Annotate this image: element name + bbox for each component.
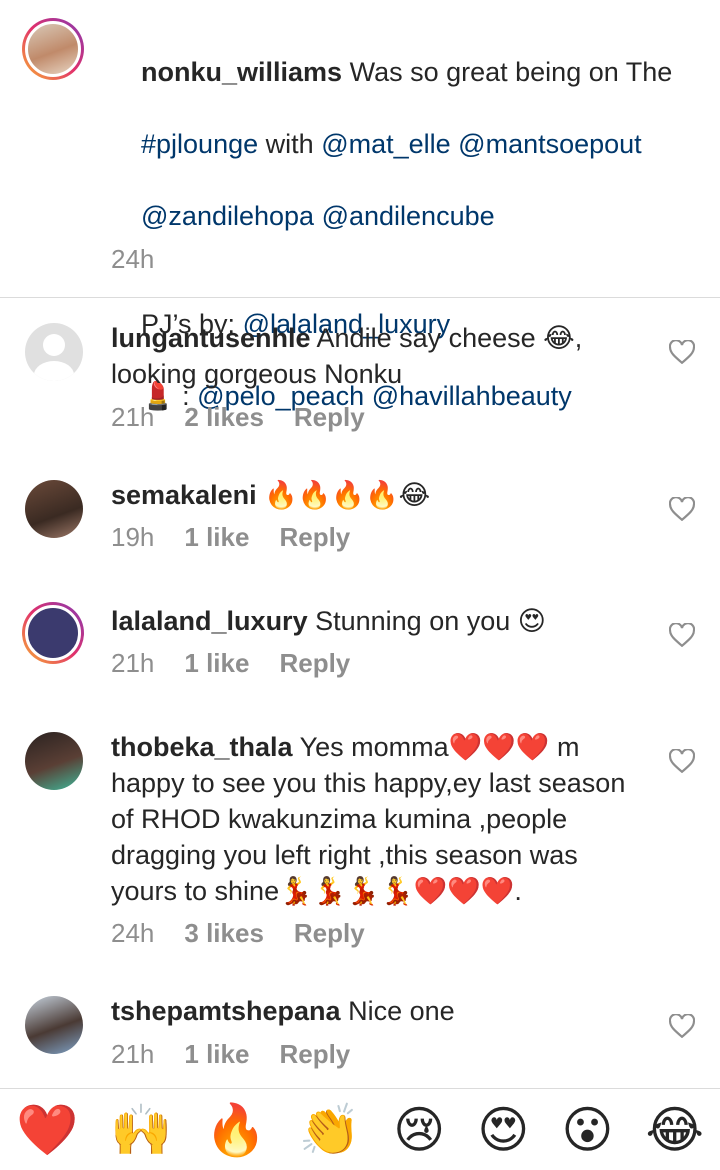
caption-avatar[interactable] (22, 18, 84, 80)
comment-text: lalaland_luxury Stunning on you 😍 (111, 603, 631, 639)
heart-eyes-reaction-icon[interactable]: 😍 (477, 1100, 529, 1160)
comment-text: tshepamtshepana Nice one (111, 993, 631, 1029)
avatar[interactable] (25, 732, 83, 790)
comment-username[interactable]: semakaleni (111, 480, 257, 510)
quick-reaction-bar: ❤️ 🙌 🔥 👏 😢 😍 😮 😂 (0, 1088, 720, 1170)
comment-meta: 21h 2 likes Reply (111, 402, 365, 433)
tears-of-joy-reaction-icon[interactable]: 😂 (646, 1100, 704, 1160)
comment-time: 24h (111, 918, 155, 948)
heart-outline-icon[interactable] (669, 1014, 695, 1038)
reply-button[interactable]: Reply (294, 402, 365, 433)
red-heart-reaction-icon[interactable]: ❤️ (16, 1100, 78, 1160)
default-avatar-icon (34, 334, 74, 381)
crying-face-reaction-icon[interactable]: 😢 (393, 1100, 445, 1160)
caption-time: 24h (111, 244, 155, 274)
comment-time: 21h (111, 648, 155, 678)
likes-count[interactable]: 1 like (184, 648, 249, 679)
mention-mantsoepout[interactable]: @mantsoepout (458, 129, 642, 159)
likes-count[interactable]: 1 like (184, 522, 249, 553)
mention-andilencube[interactable]: @andilencube (322, 201, 495, 231)
mention-mat-elle[interactable]: @mat_elle (321, 129, 450, 159)
avatar[interactable] (25, 323, 83, 381)
caption: nonku_williams Was so great being on The… (0, 0, 720, 411)
caption-username[interactable]: nonku_williams (141, 57, 342, 87)
mention-zandilehopa[interactable]: @zandilehopa (141, 201, 314, 231)
avatar[interactable] (25, 996, 83, 1054)
likes-count[interactable]: 2 likes (184, 402, 264, 433)
comment-meta: 19h 1 like Reply (111, 522, 350, 553)
heart-outline-icon[interactable] (669, 623, 695, 647)
reply-button[interactable]: Reply (279, 1039, 350, 1070)
heart-outline-icon[interactable] (669, 497, 695, 521)
surprised-face-reaction-icon[interactable]: 😮 (561, 1100, 613, 1160)
comment-meta: 21h 1 like Reply (111, 1039, 350, 1070)
comment-username[interactable]: tshepamtshepana (111, 996, 341, 1026)
caption-meta: 24h (111, 244, 154, 275)
comment-time: 21h (111, 1039, 155, 1069)
comment-meta: 24h 3 likes Reply (111, 918, 365, 949)
comment-body: Stunning on you 😍 (315, 606, 546, 636)
divider (0, 297, 720, 298)
comment-username[interactable]: lungantusenhle (111, 323, 311, 353)
comment-username[interactable]: thobeka_thala (111, 732, 293, 762)
raising-hands-reaction-icon[interactable]: 🙌 (110, 1100, 172, 1160)
comment-body: Nice one (348, 996, 455, 1026)
reply-button[interactable]: Reply (279, 522, 350, 553)
likes-count[interactable]: 1 like (184, 1039, 249, 1070)
reply-button[interactable]: Reply (294, 918, 365, 949)
avatar[interactable] (22, 602, 84, 664)
caption-line1: Was so great being on The (349, 57, 673, 87)
fire-reaction-icon[interactable]: 🔥 (205, 1100, 267, 1160)
clapping-hands-reaction-icon[interactable]: 👏 (299, 1100, 361, 1160)
comment-body: 🔥🔥🔥🔥😂 (264, 480, 431, 510)
avatar[interactable] (25, 480, 83, 538)
comment-time: 21h (111, 402, 155, 432)
likes-count[interactable]: 3 likes (184, 918, 264, 949)
comment-text: semakaleni 🔥🔥🔥🔥😂 (111, 477, 631, 513)
comment-text: lungantusenhle Andile say cheese 😂, look… (111, 320, 631, 392)
comment-text: thobeka_thala Yes momma❤️❤️❤️ m happy to… (111, 729, 641, 909)
comment-username[interactable]: lalaland_luxury (111, 606, 308, 636)
heart-outline-icon[interactable] (669, 340, 695, 364)
reply-button[interactable]: Reply (279, 648, 350, 679)
heart-outline-icon[interactable] (669, 749, 695, 773)
comment-meta: 21h 1 like Reply (111, 648, 350, 679)
comment-time: 19h (111, 522, 155, 552)
hashtag-pjlounge[interactable]: #pjlounge (141, 129, 258, 159)
caption-with: with (265, 129, 314, 159)
